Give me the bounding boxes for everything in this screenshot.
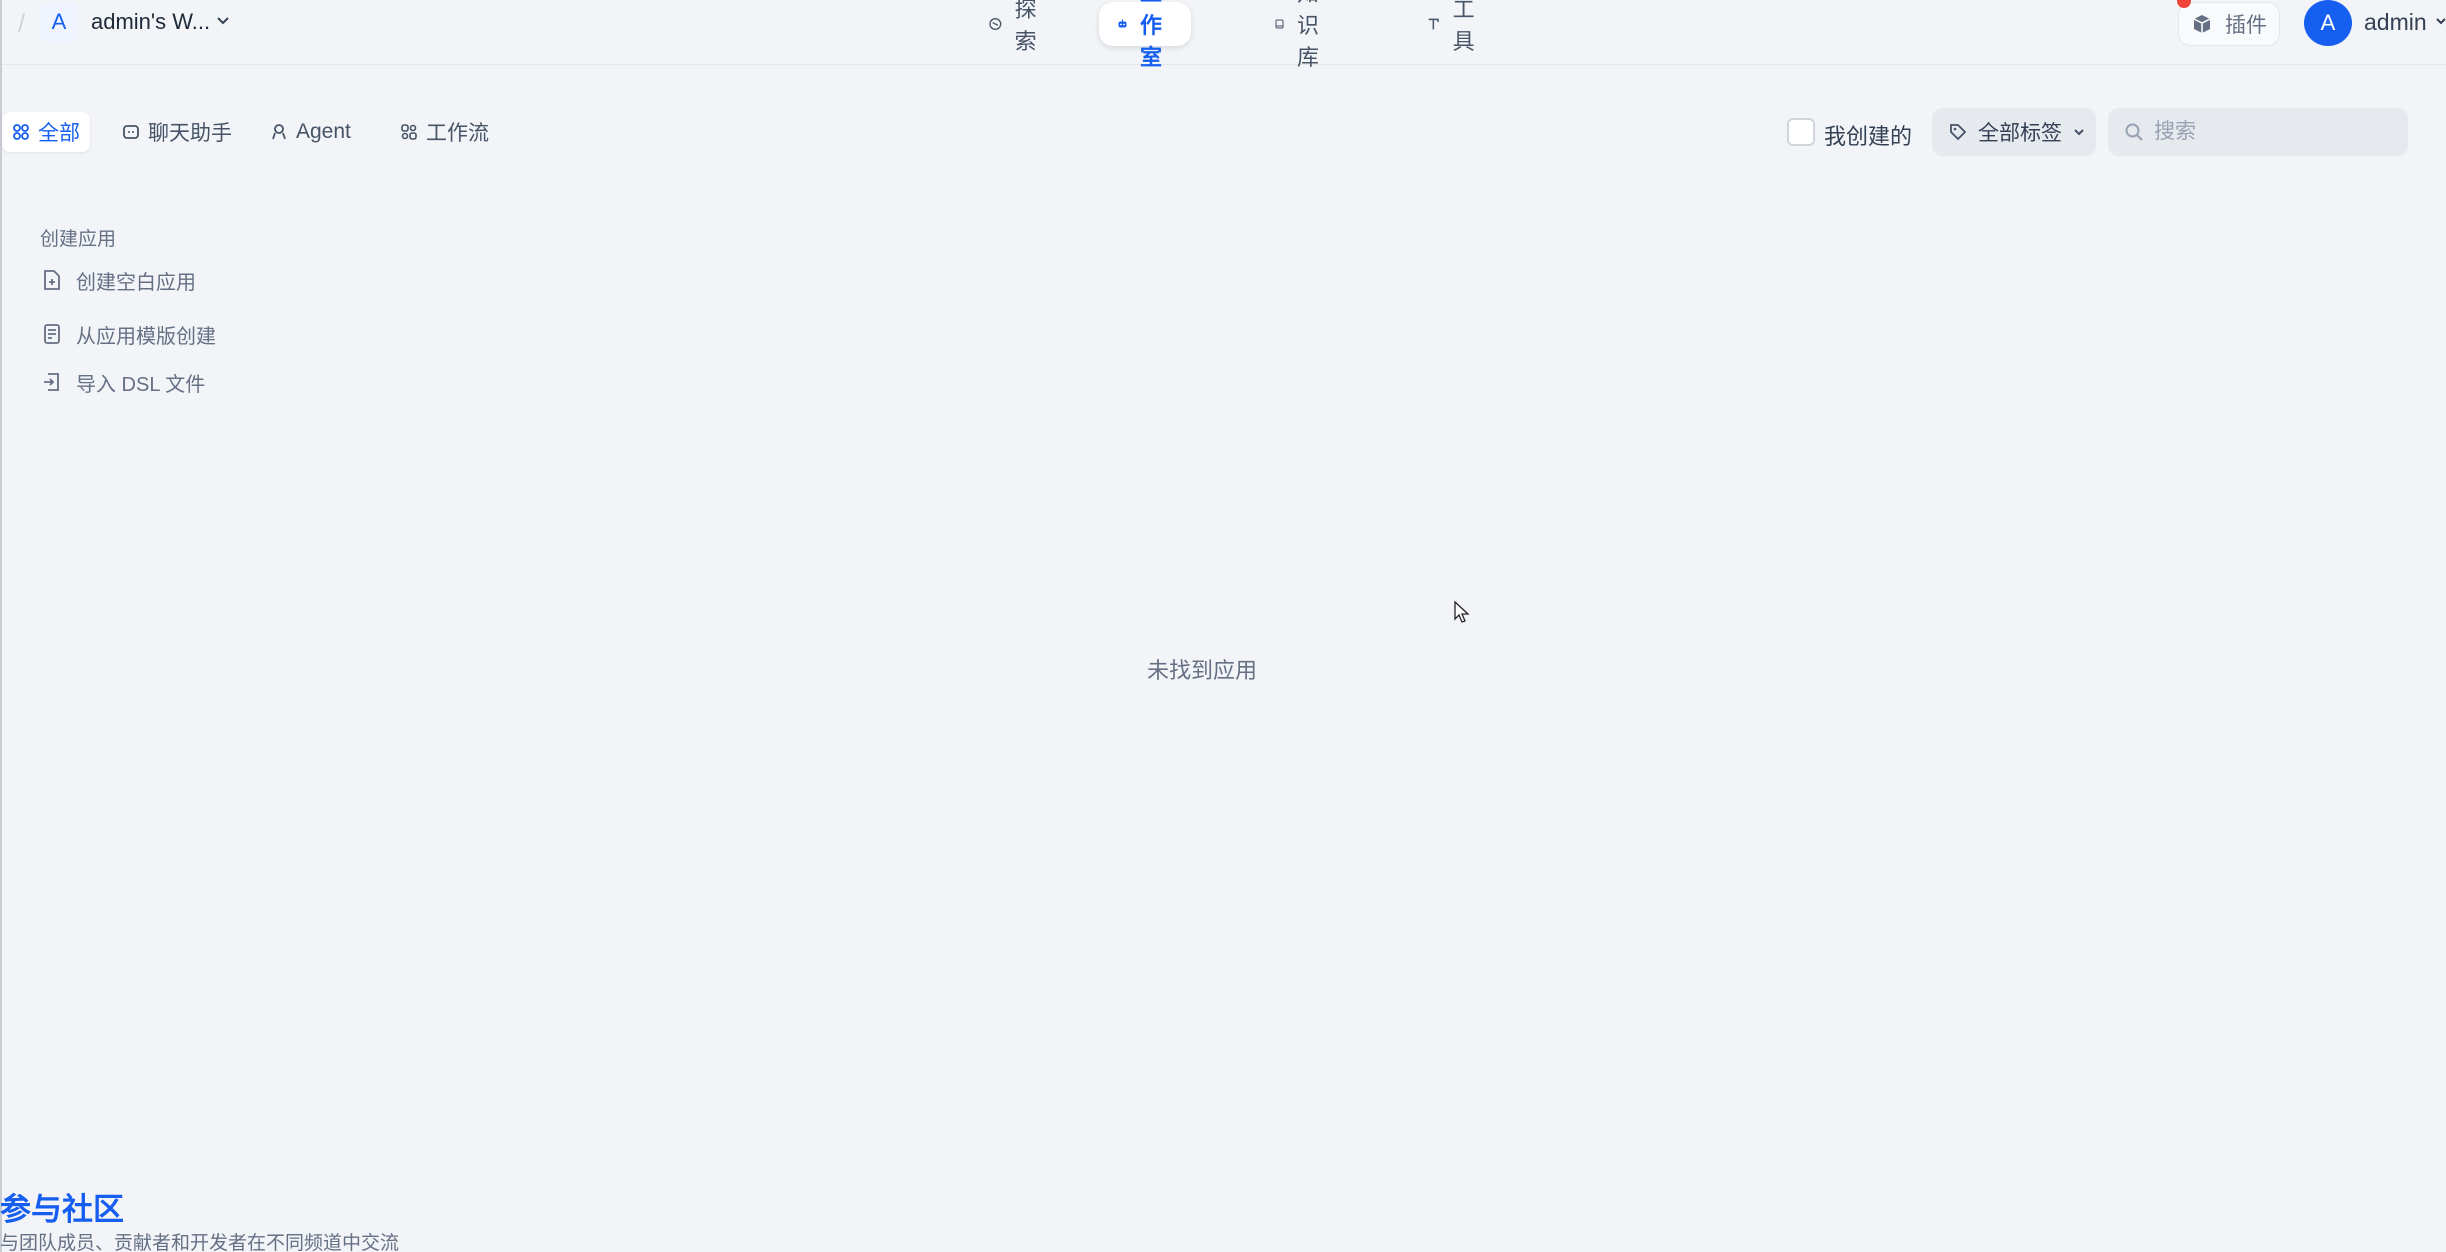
workflow-icon bbox=[401, 124, 417, 140]
empty-state-text: 未找到应用 bbox=[1147, 658, 1258, 683]
nav-tools-label: 工具 bbox=[1452, 0, 1475, 54]
chevron-down-icon[interactable] bbox=[2434, 14, 2446, 28]
chat-icon bbox=[123, 125, 139, 139]
user-avatar[interactable]: A bbox=[2304, 0, 2352, 46]
create-app-title: 创建应用 bbox=[40, 229, 117, 250]
tag-filter-dropdown[interactable]: 全部标签 bbox=[1932, 108, 2096, 156]
tab-agent-label: Agent bbox=[296, 120, 351, 143]
created-by-me-checkbox[interactable] bbox=[1787, 118, 1815, 146]
created-by-me-label[interactable]: 我创建的 bbox=[1824, 119, 1912, 151]
file-plus-icon bbox=[44, 270, 60, 290]
tab-chat-label: 聊天助手 bbox=[148, 122, 232, 145]
book-icon bbox=[1275, 19, 1284, 29]
top-header: / A admin's W... 探索 工作室 bbox=[2, 0, 2446, 70]
tab-agent[interactable]: Agent bbox=[260, 112, 361, 152]
create-blank-app-button[interactable]: 创建空白应用 bbox=[40, 263, 196, 297]
community-subtitle: 与团队成员、贡献者和开发者在不同频道中交流 bbox=[0, 1233, 400, 1252]
user-name[interactable]: admin bbox=[2364, 9, 2427, 36]
create-from-template-label: 从应用模版创建 bbox=[76, 325, 216, 348]
robot-icon bbox=[1118, 19, 1127, 28]
create-blank-app-label: 创建空白应用 bbox=[76, 271, 196, 294]
tab-workflow[interactable]: 工作流 bbox=[390, 112, 499, 152]
breadcrumb-separator: / bbox=[18, 8, 26, 38]
workspace-name[interactable]: admin's W... bbox=[91, 9, 210, 35]
nav-tools[interactable]: 工具 bbox=[1408, 0, 1500, 54]
nav-studio[interactable]: 工作室 bbox=[1099, 0, 1192, 70]
chevron-down-icon[interactable] bbox=[214, 12, 232, 30]
nav-studio-label: 工作室 bbox=[1140, 0, 1163, 70]
nav-knowledge-label: 知识库 bbox=[1297, 0, 1320, 70]
create-from-template-button[interactable]: 从应用模版创建 bbox=[40, 317, 216, 351]
search-icon bbox=[2125, 123, 2143, 141]
template-icon bbox=[44, 324, 60, 344]
plugin-button[interactable]: 插件 bbox=[2178, 2, 2280, 46]
workspace-avatar[interactable]: A bbox=[40, 2, 78, 42]
search-box bbox=[2108, 108, 2408, 156]
cube-icon bbox=[2193, 15, 2211, 33]
import-icon bbox=[44, 373, 59, 391]
community-title[interactable]: 参与社区 bbox=[0, 1184, 124, 1229]
nav-knowledge[interactable]: 知识库 bbox=[1256, 0, 1348, 70]
nav-explore[interactable]: 探索 bbox=[970, 0, 1062, 54]
app-page: / A admin's W... 探索 工作室 bbox=[0, 0, 2446, 1252]
nav-explore-label: 探索 bbox=[1014, 0, 1037, 54]
mouse-cursor-icon bbox=[1454, 600, 1470, 623]
search-input[interactable] bbox=[2154, 120, 2404, 144]
plugin-label: 插件 bbox=[2225, 14, 2267, 37]
import-dsl-label: 导入 DSL 文件 bbox=[76, 373, 206, 396]
compass-icon bbox=[989, 17, 1002, 31]
import-dsl-button[interactable]: 导入 DSL 文件 bbox=[40, 365, 205, 399]
tab-all-label: 全部 bbox=[38, 122, 80, 145]
chevron-down-icon bbox=[2074, 129, 2084, 136]
tag-filter-label: 全部标签 bbox=[1978, 122, 2062, 145]
hammer-icon bbox=[1428, 18, 1439, 30]
tab-chat-assistant[interactable]: 聊天助手 bbox=[112, 112, 242, 152]
agent-icon bbox=[272, 124, 286, 140]
tab-workflow-label: 工作流 bbox=[426, 122, 489, 145]
grid-icon bbox=[13, 124, 29, 140]
tab-all[interactable]: 全部 bbox=[2, 112, 90, 152]
tag-icon bbox=[1950, 124, 1967, 141]
